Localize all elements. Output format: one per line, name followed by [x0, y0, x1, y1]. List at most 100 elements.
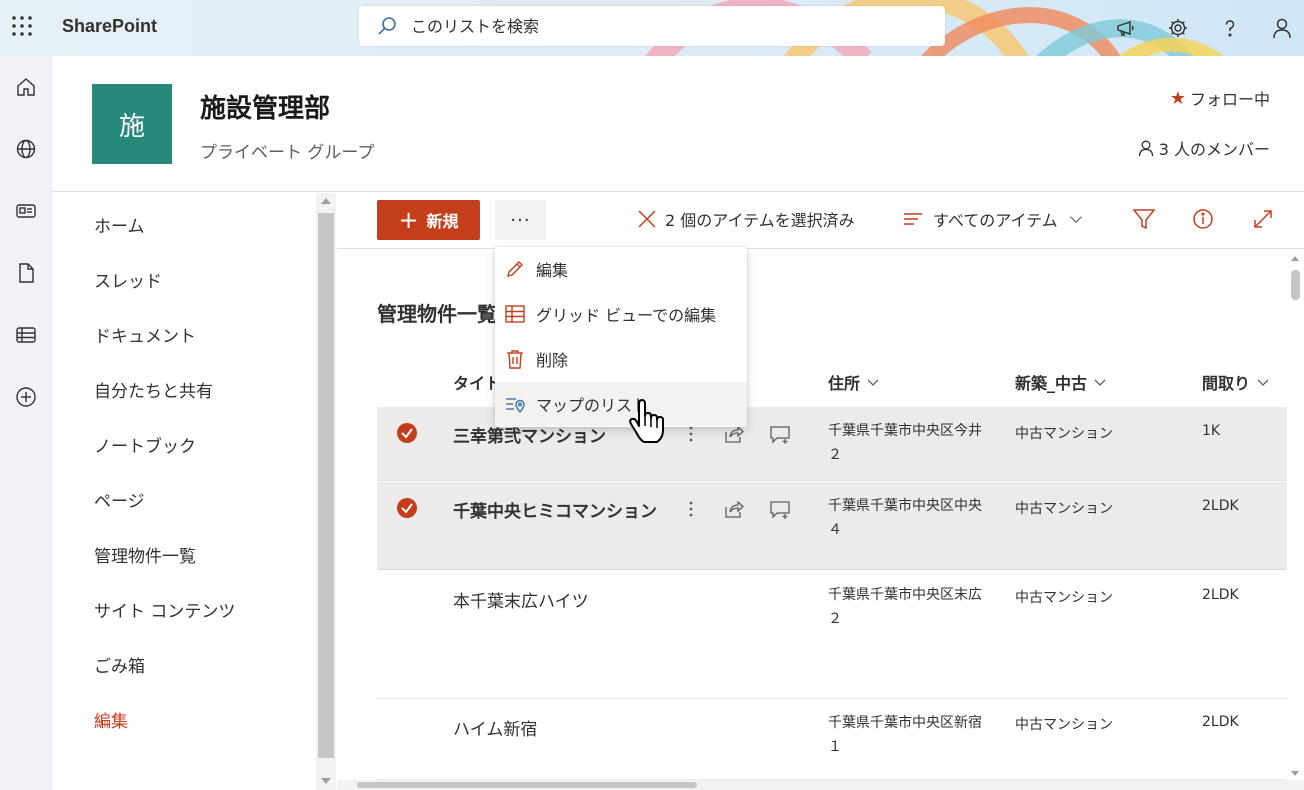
site-title[interactable]: 施設管理部 [200, 88, 330, 125]
home-icon [17, 78, 35, 96]
scroll-up-arrow[interactable] [1291, 256, 1299, 261]
globe-icon [16, 139, 36, 159]
left-navigation: ホーム スレッド ドキュメント 自分たちと共有 ノートブック ページ 管理物件一… [52, 193, 316, 790]
person-icon [1273, 18, 1291, 39]
appbar-home[interactable] [0, 56, 52, 118]
view-label: すべてのアイテム [933, 211, 1058, 230]
question-icon [1225, 20, 1235, 37]
column-header-address[interactable]: 住所 [828, 370, 880, 394]
row-layout: 1K [1202, 423, 1221, 439]
account-button[interactable] [1266, 12, 1298, 44]
command-bar: + 新規 ··· 2 個のアイテムを選択済み すべてのアイテム [337, 193, 1304, 249]
site-logo[interactable]: 施 [92, 84, 172, 164]
selection-count-label: 2 個のアイテムを選択済み [665, 211, 855, 230]
menu-item-map-list[interactable]: マップのリスト [495, 382, 747, 426]
brand-name[interactable]: SharePoint [62, 16, 157, 37]
row-layout: 2LDK [1202, 714, 1239, 730]
row-checkbox[interactable] [397, 423, 417, 443]
clear-selection-button[interactable]: 2 個のアイテムを選択済み [637, 207, 855, 231]
chevron-down-icon [1069, 216, 1082, 223]
nav-scrollbar[interactable] [316, 193, 336, 790]
nav-item-recycle-bin[interactable]: ごみ箱 [94, 652, 145, 677]
more-button[interactable]: ··· [495, 200, 546, 240]
scroll-thumb[interactable] [357, 782, 697, 788]
list-title[interactable]: 管理物件一覧 [377, 298, 497, 327]
column-layout-label: 間取り [1202, 374, 1251, 393]
nav-item-home[interactable]: ホーム [94, 212, 145, 237]
new-button[interactable]: + 新規 [377, 200, 480, 240]
row-kind: 中古マンション [1015, 717, 1113, 733]
appbar-news[interactable] [0, 180, 52, 242]
menu-item-label: 削除 [536, 351, 569, 370]
trash-icon [507, 350, 523, 369]
scroll-up-arrow[interactable] [321, 198, 331, 204]
comment-add-icon[interactable] [769, 423, 791, 445]
row-title[interactable]: ハイム新宿 [453, 715, 537, 740]
plus-icon: + [398, 206, 419, 234]
app-bar [0, 56, 52, 790]
settings-button[interactable] [1162, 12, 1194, 44]
info-icon[interactable] [1190, 206, 1216, 232]
news-icon [16, 204, 36, 218]
members-button[interactable]: 3 人のメンバー [1137, 136, 1270, 160]
pencil-icon [507, 261, 523, 277]
row-address: 千葉県千葉市中央区新宿１ [828, 715, 982, 755]
table-row[interactable]: ハイム新宿 千葉県千葉市中央区新宿１ 中古マンション 2LDK [377, 700, 1287, 780]
row-title[interactable]: 千葉中央ヒミコマンション [453, 497, 657, 522]
view-selector[interactable]: すべてのアイテム [903, 207, 1084, 231]
scroll-thumb[interactable] [1291, 270, 1300, 300]
horizontal-scrollbar[interactable] [337, 780, 1304, 790]
scroll-down-arrow[interactable] [1291, 771, 1299, 776]
row-address: 千葉県千葉市中央区末広２ [828, 587, 982, 627]
app-launcher-icon[interactable] [10, 14, 34, 38]
appbar-lists[interactable] [0, 304, 52, 366]
new-label: 新規 [426, 212, 459, 231]
nav-item-pages[interactable]: ページ [94, 487, 145, 512]
appbar-sites[interactable] [0, 118, 52, 180]
nav-item-property-list[interactable]: 管理物件一覧 [94, 542, 196, 567]
chevron-down-icon [1257, 379, 1269, 386]
column-header-kind[interactable]: 新築_中古 [1015, 370, 1107, 394]
nav-item-notebook[interactable]: ノートブック [94, 432, 196, 457]
nav-item-threads[interactable]: スレッド [94, 267, 162, 292]
menu-item-delete[interactable]: 削除 [495, 337, 747, 381]
suite-bar: SharePoint [0, 0, 1304, 56]
search-input[interactable] [411, 16, 891, 36]
more-actions-menu: 編集 グリッド ビューでの編集 削除 マップのリスト [495, 247, 747, 427]
table-row[interactable]: 本千葉末広ハイツ 千葉県千葉市中央区末広２ 中古マンション 2LDK [377, 571, 1287, 699]
row-checkbox[interactable] [397, 498, 417, 518]
appbar-files[interactable] [0, 242, 52, 304]
search-icon [378, 17, 396, 35]
feedback-button[interactable] [1110, 12, 1142, 44]
share-icon[interactable] [723, 498, 745, 520]
column-address-label: 住所 [828, 374, 861, 393]
row-kind: 中古マンション [1015, 590, 1113, 606]
comment-add-icon[interactable] [769, 498, 791, 520]
nav-item-documents[interactable]: ドキュメント [94, 322, 196, 347]
filter-icon[interactable] [1131, 206, 1157, 232]
column-header-layout[interactable]: 間取り [1202, 370, 1270, 394]
nav-edit-link[interactable]: 編集 [94, 707, 128, 732]
menu-item-grid-edit[interactable]: グリッド ビューでの編集 [495, 292, 747, 336]
search-box[interactable] [359, 6, 945, 46]
column-kind-label: 新築_中古 [1015, 374, 1088, 393]
appbar-create[interactable] [0, 366, 52, 428]
map-list-icon [506, 398, 525, 414]
table-row[interactable]: 千葉中央ヒミコマンション 千葉県千葉市中央区中央４ 中古マンション 2LDK [377, 482, 1287, 570]
scroll-thumb[interactable] [318, 213, 334, 758]
person-icon [1138, 140, 1153, 157]
row-kind: 中古マンション [1015, 501, 1113, 517]
expand-icon[interactable] [1250, 206, 1276, 232]
help-button[interactable] [1214, 12, 1246, 44]
checkmark-icon [401, 428, 413, 439]
scroll-down-arrow[interactable] [321, 778, 331, 784]
list-scrollbar[interactable] [1287, 250, 1304, 780]
row-title[interactable]: 本千葉末広ハイツ [453, 587, 589, 612]
row-layout: 2LDK [1202, 587, 1239, 603]
follow-button[interactable]: ★ フォロー中 [1170, 86, 1270, 110]
nav-item-shared[interactable]: 自分たちと共有 [94, 377, 213, 402]
more-vertical-icon[interactable] [680, 498, 702, 520]
menu-item-edit[interactable]: 編集 [495, 247, 747, 291]
menu-item-label: 編集 [536, 261, 569, 280]
nav-item-site-contents[interactable]: サイト コンテンツ [94, 597, 235, 622]
